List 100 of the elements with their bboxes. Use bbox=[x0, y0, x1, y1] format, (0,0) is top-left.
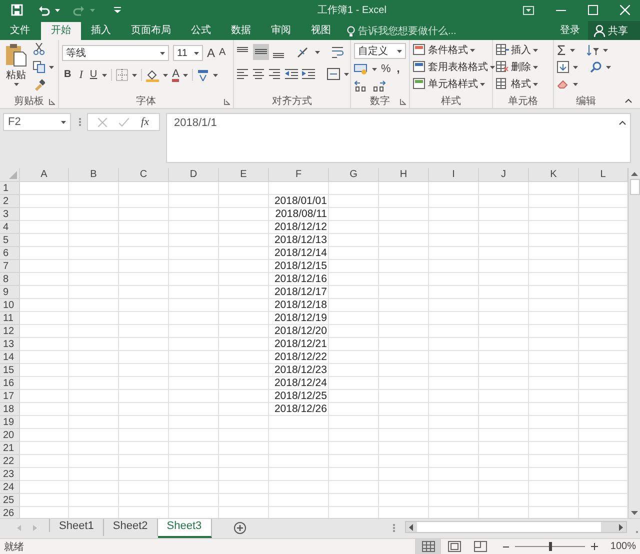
table-cell[interactable] bbox=[69, 195, 119, 208]
table-cell[interactable] bbox=[479, 403, 529, 416]
table-cell[interactable] bbox=[529, 351, 579, 364]
table-cell[interactable] bbox=[69, 416, 119, 429]
column-header[interactable]: B bbox=[69, 168, 119, 182]
table-cell[interactable] bbox=[119, 390, 169, 403]
table-cell[interactable] bbox=[329, 221, 379, 234]
table-cell[interactable] bbox=[69, 234, 119, 247]
dialog-launcher-icon[interactable] bbox=[49, 99, 55, 105]
table-cell[interactable] bbox=[169, 390, 219, 403]
ribbon-tab[interactable]: 插入 bbox=[81, 22, 121, 40]
table-cell[interactable] bbox=[20, 429, 69, 442]
ribbon-tab[interactable]: 页面布局 bbox=[121, 22, 181, 40]
table-cell[interactable] bbox=[379, 286, 429, 299]
table-cell[interactable] bbox=[119, 455, 169, 468]
table-cell[interactable] bbox=[269, 455, 329, 468]
table-cell[interactable] bbox=[119, 273, 169, 286]
row-header[interactable]: 5 bbox=[0, 234, 20, 247]
row-header[interactable]: 22 bbox=[0, 455, 20, 468]
column-header[interactable]: E bbox=[219, 168, 269, 182]
table-cell[interactable] bbox=[169, 299, 219, 312]
table-cell[interactable] bbox=[119, 312, 169, 325]
table-cell[interactable] bbox=[429, 338, 479, 351]
row-header[interactable]: 11 bbox=[0, 312, 20, 325]
autosum-button[interactable]: Σ bbox=[557, 43, 566, 57]
table-cell[interactable] bbox=[69, 208, 119, 221]
table-cell[interactable] bbox=[529, 312, 579, 325]
table-cell[interactable] bbox=[429, 208, 479, 221]
scroll-left-icon[interactable] bbox=[409, 524, 413, 530]
table-cell[interactable] bbox=[219, 312, 269, 325]
table-cell[interactable] bbox=[169, 247, 219, 260]
table-cell[interactable] bbox=[329, 455, 379, 468]
row-header[interactable]: 19 bbox=[0, 416, 20, 429]
table-cell[interactable] bbox=[529, 247, 579, 260]
table-cell[interactable] bbox=[219, 494, 269, 507]
table-cell[interactable] bbox=[429, 234, 479, 247]
table-cell[interactable] bbox=[119, 403, 169, 416]
table-cell[interactable] bbox=[479, 208, 529, 221]
table-cell[interactable] bbox=[329, 325, 379, 338]
table-cell[interactable] bbox=[429, 351, 479, 364]
share-button[interactable]: 共享 bbox=[588, 21, 640, 40]
table-cell[interactable] bbox=[20, 442, 69, 455]
caret-icon[interactable] bbox=[490, 66, 495, 68]
table-cell[interactable] bbox=[219, 260, 269, 273]
table-cell[interactable] bbox=[219, 442, 269, 455]
horizontal-scrollbar[interactable] bbox=[405, 521, 627, 533]
grow-font-button[interactable]: A bbox=[207, 46, 216, 60]
table-cell[interactable] bbox=[429, 325, 479, 338]
tell-me-field[interactable]: 告诉我您想要做什么... bbox=[347, 22, 497, 40]
table-cell[interactable] bbox=[379, 234, 429, 247]
caret-icon[interactable] bbox=[183, 74, 188, 76]
caret-icon[interactable] bbox=[533, 66, 538, 68]
caret-icon[interactable] bbox=[160, 52, 165, 54]
table-cell[interactable] bbox=[69, 403, 119, 416]
row-header[interactable]: 9 bbox=[0, 286, 20, 299]
ribbon-tab[interactable]: 开始 bbox=[41, 22, 81, 40]
table-cell[interactable] bbox=[169, 364, 219, 377]
table-cell[interactable] bbox=[219, 195, 269, 208]
table-cell[interactable] bbox=[329, 195, 379, 208]
select-all-icon[interactable] bbox=[9, 171, 17, 179]
table-cell[interactable] bbox=[529, 286, 579, 299]
shrink-font-button[interactable]: A bbox=[219, 46, 226, 60]
row-header[interactable]: 24 bbox=[0, 481, 20, 494]
caret-icon[interactable] bbox=[570, 48, 575, 52]
table-cell[interactable] bbox=[529, 195, 579, 208]
expand-formula-icon[interactable] bbox=[619, 121, 626, 125]
close-icon[interactable] bbox=[620, 5, 630, 15]
table-cell[interactable] bbox=[429, 364, 479, 377]
zoom-level[interactable]: 100% bbox=[598, 541, 640, 552]
table-cell[interactable] bbox=[529, 182, 579, 195]
table-cell[interactable] bbox=[329, 234, 379, 247]
next-sheet-icon[interactable] bbox=[33, 525, 37, 531]
table-cell[interactable] bbox=[429, 299, 479, 312]
table-cell[interactable] bbox=[219, 182, 269, 195]
table-cell[interactable] bbox=[379, 364, 429, 377]
table-cell[interactable] bbox=[529, 494, 579, 507]
table-cell[interactable] bbox=[69, 312, 119, 325]
increase-decimal-icon[interactable] bbox=[354, 80, 368, 92]
column-header[interactable]: K bbox=[529, 168, 579, 182]
table-cell[interactable] bbox=[479, 364, 529, 377]
table-cell[interactable] bbox=[20, 221, 69, 234]
row-header[interactable]: 1 bbox=[0, 182, 20, 195]
cut-icon[interactable] bbox=[33, 43, 45, 55]
table-cell[interactable] bbox=[119, 182, 169, 195]
caret-icon[interactable] bbox=[132, 74, 138, 76]
caret-icon[interactable] bbox=[480, 82, 485, 86]
table-cell[interactable] bbox=[379, 195, 429, 208]
percent-button[interactable]: % bbox=[381, 62, 391, 76]
table-cell[interactable] bbox=[479, 351, 529, 364]
increase-indent-icon[interactable] bbox=[302, 68, 315, 80]
table-cell[interactable] bbox=[169, 286, 219, 299]
decrease-indent-icon[interactable] bbox=[285, 68, 298, 80]
table-cell[interactable] bbox=[529, 260, 579, 273]
table-cell[interactable] bbox=[429, 429, 479, 442]
table-cell[interactable] bbox=[169, 455, 219, 468]
borders-icon[interactable] bbox=[116, 69, 128, 81]
caret-icon[interactable] bbox=[14, 83, 18, 86]
column-header[interactable]: F bbox=[269, 168, 329, 182]
table-cell[interactable] bbox=[429, 442, 479, 455]
table-cell[interactable] bbox=[379, 338, 429, 351]
